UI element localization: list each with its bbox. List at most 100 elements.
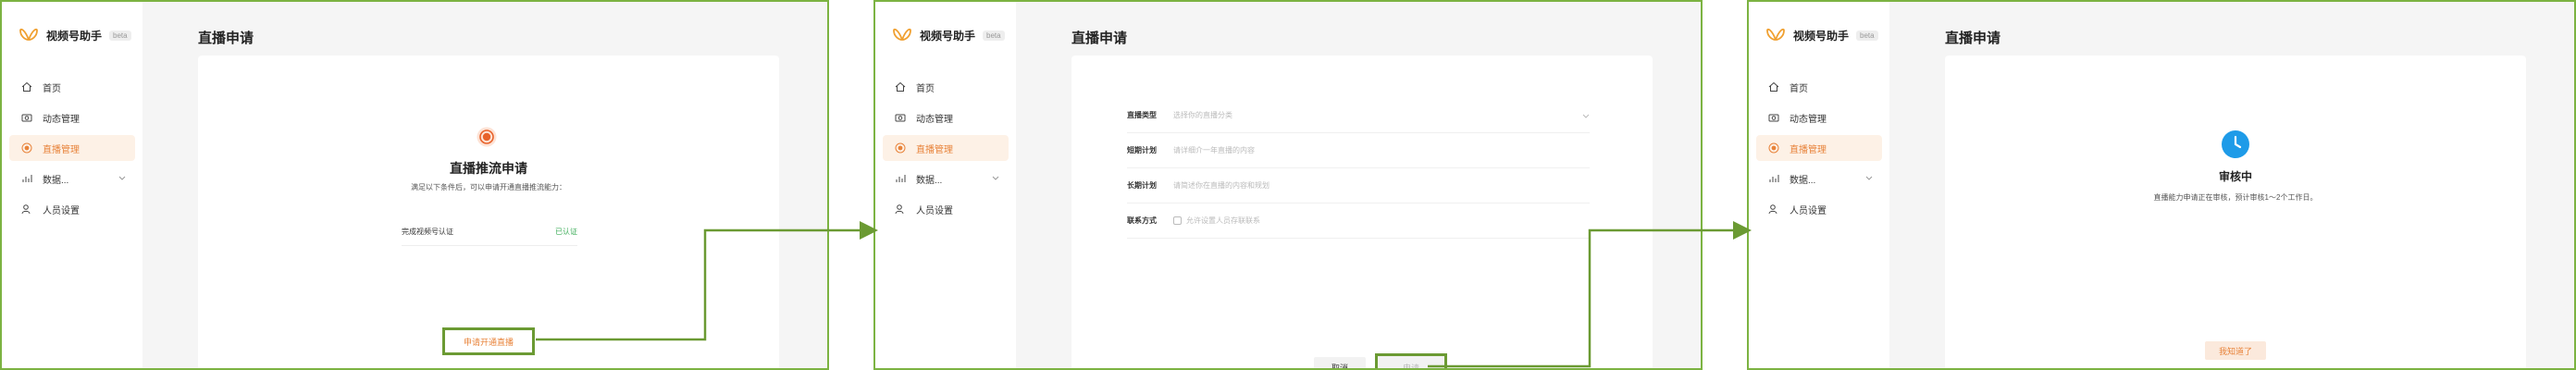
sidebar-item-data[interactable]: 数据... xyxy=(883,166,1009,191)
butterfly-logo-icon xyxy=(893,28,911,41)
butterfly-logo-icon xyxy=(19,28,38,41)
page-title: 直播申请 xyxy=(1945,31,2001,46)
clock-icon xyxy=(2222,130,2249,158)
sidebar-item-label: 人员设置 xyxy=(43,205,80,216)
home-icon xyxy=(894,80,907,93)
camera-icon xyxy=(20,111,33,124)
sidebar-item-label: 动态管理 xyxy=(1790,114,1827,125)
page-title: 直播申请 xyxy=(198,31,254,46)
sidebar: 视频号助手 beta 首页 动态管理 直播管理 数据... 人员设置 xyxy=(1749,2,1889,368)
sidebar-item-label: 首页 xyxy=(916,83,935,94)
brand: 视频号助手 beta xyxy=(892,26,1005,44)
contact-option[interactable]: 允许设置人员存联联系 xyxy=(1173,216,1590,226)
sidebar-item-label: 首页 xyxy=(43,83,61,94)
live-record-icon xyxy=(477,127,497,147)
sidebar-nav: 首页 动态管理 直播管理 数据... 人员设置 xyxy=(883,74,1009,227)
contact-checkbox[interactable] xyxy=(1173,216,1182,226)
contact-option-label: 允许设置人员存联联系 xyxy=(1186,216,1260,225)
brand-name: 视频号助手 xyxy=(920,29,976,43)
camera-icon xyxy=(894,111,907,124)
sidebar-item-live[interactable]: 直播管理 xyxy=(9,135,135,161)
chevron-down-icon xyxy=(1582,114,1590,118)
sidebar-item-live[interactable]: 直播管理 xyxy=(1756,135,1882,161)
sidebar-item-label: 人员设置 xyxy=(1790,205,1827,216)
sidebar-item-data[interactable]: 数据... xyxy=(9,166,135,191)
home-icon xyxy=(20,80,33,93)
sidebar-item-posts[interactable]: 动态管理 xyxy=(9,105,135,130)
brand: 视频号助手 beta xyxy=(19,26,131,44)
form-row-long-plan[interactable]: 长期计划 请简述你在直播的内容和规划 xyxy=(1127,168,1590,204)
sidebar-item-label: 数据... xyxy=(43,175,69,186)
content-card: 直播类型 选择你的直播分类 短期计划 请详细介一年直播的内容 长期计划 请简述你… xyxy=(1071,56,1653,368)
chevron-down-icon xyxy=(992,176,999,180)
sidebar-item-label: 首页 xyxy=(1790,83,1808,94)
butterfly-logo-icon xyxy=(1766,28,1785,41)
sidebar-item-label: 直播管理 xyxy=(43,144,80,155)
sidebar-item-members[interactable]: 人员设置 xyxy=(9,196,135,222)
apply-title: 直播推流申请 xyxy=(450,161,527,176)
cancel-button[interactable]: 取消 xyxy=(1314,357,1366,368)
sidebar-item-label: 动态管理 xyxy=(43,114,80,125)
sidebar-item-members[interactable]: 人员设置 xyxy=(1756,196,1882,222)
camera-icon xyxy=(1767,111,1780,124)
content-card: 直播推流申请 满足以下条件后，可以申请开通直播推流能力： 完成视频号认证 已认证… xyxy=(198,56,779,368)
field-label: 直播类型 xyxy=(1127,111,1157,119)
brand-name: 视频号助手 xyxy=(1793,29,1850,43)
brand-tag: beta xyxy=(983,30,1005,41)
long-plan-input[interactable]: 请简述你在直播的内容和规划 xyxy=(1173,180,1590,191)
sidebar: 视频号助手 beta 首页 动态管理 直播管理 数据... 人员设置 xyxy=(875,2,1016,368)
chevron-down-icon xyxy=(118,176,126,180)
requirement-row: 完成视频号认证 已认证 xyxy=(402,218,577,246)
sidebar-item-label: 直播管理 xyxy=(1790,144,1827,155)
sidebar: 视频号助手 beta 首页 动态管理 直播管理 数据... 人员设置 xyxy=(2,2,142,368)
brand-tag: beta xyxy=(1856,30,1878,41)
user-icon xyxy=(20,203,33,216)
sidebar-nav: 首页 动态管理 直播管理 数据... 人员设置 xyxy=(1756,74,1882,227)
user-icon xyxy=(894,203,907,216)
chart-icon xyxy=(20,172,33,185)
page-title: 直播申请 xyxy=(1071,31,1128,46)
apply-description: 满足以下条件后，可以申请开通直播推流能力： xyxy=(411,183,566,191)
brand-name: 视频号助手 xyxy=(46,29,103,43)
sidebar-item-home[interactable]: 首页 xyxy=(1756,74,1882,100)
sidebar-item-label: 人员设置 xyxy=(916,205,953,216)
live-icon xyxy=(20,142,33,154)
chart-icon xyxy=(894,172,907,185)
live-type-select[interactable]: 选择你的直播分类 xyxy=(1173,110,1582,120)
form-row-contact[interactable]: 联系方式 允许设置人员存联联系 xyxy=(1127,204,1590,239)
sidebar-item-label: 数据... xyxy=(1790,175,1816,186)
field-label: 长期计划 xyxy=(1127,181,1157,190)
sidebar-nav: 首页 动态管理 直播管理 数据... 人员设置 xyxy=(9,74,135,227)
content-card: 审核中 直播能力申请正在审核，预计审核1～2个工作日。 我知道了 xyxy=(1945,56,2526,368)
chevron-down-icon xyxy=(1865,176,1873,180)
home-icon xyxy=(1767,80,1780,93)
screen-form: 视频号助手 beta 首页 动态管理 直播管理 数据... 人员设置 直播申请 … xyxy=(873,0,1703,370)
brand-tag: beta xyxy=(109,30,131,41)
sidebar-item-live[interactable]: 直播管理 xyxy=(883,135,1009,161)
review-title: 审核中 xyxy=(2218,170,2252,183)
form-row-short-plan[interactable]: 短期计划 请详细介一年直播的内容 xyxy=(1127,133,1590,168)
sidebar-item-label: 直播管理 xyxy=(916,144,953,155)
acknowledge-button[interactable]: 我知道了 xyxy=(2205,341,2266,360)
requirement-status: 已认证 xyxy=(555,228,577,236)
screen-apply: 视频号助手 beta 首页 动态管理 直播管理 数据... 人员设置 直播申请 … xyxy=(0,0,829,370)
sidebar-item-data[interactable]: 数据... xyxy=(1756,166,1882,191)
field-label: 联系方式 xyxy=(1127,216,1157,225)
apply-live-button[interactable]: 申请开通直播 xyxy=(442,327,535,355)
sidebar-item-posts[interactable]: 动态管理 xyxy=(1756,105,1882,130)
live-icon xyxy=(894,142,907,154)
field-label: 短期计划 xyxy=(1127,146,1157,154)
form-row-live-type[interactable]: 直播类型 选择你的直播分类 xyxy=(1127,98,1590,133)
review-description: 直播能力申请正在审核，预计审核1～2个工作日。 xyxy=(2153,193,2318,202)
sidebar-item-members[interactable]: 人员设置 xyxy=(883,196,1009,222)
screen-review: 视频号助手 beta 首页 动态管理 直播管理 数据... 人员设置 直播申请 … xyxy=(1747,0,2576,370)
brand: 视频号助手 beta xyxy=(1765,26,1878,44)
submit-button[interactable]: 申请 xyxy=(1375,353,1447,368)
sidebar-item-home[interactable]: 首页 xyxy=(9,74,135,100)
sidebar-item-home[interactable]: 首页 xyxy=(883,74,1009,100)
requirement-label: 完成视频号认证 xyxy=(402,228,453,236)
sidebar-item-posts[interactable]: 动态管理 xyxy=(883,105,1009,130)
chart-icon xyxy=(1767,172,1780,185)
short-plan-input[interactable]: 请详细介一年直播的内容 xyxy=(1173,145,1590,155)
live-icon xyxy=(1767,142,1780,154)
